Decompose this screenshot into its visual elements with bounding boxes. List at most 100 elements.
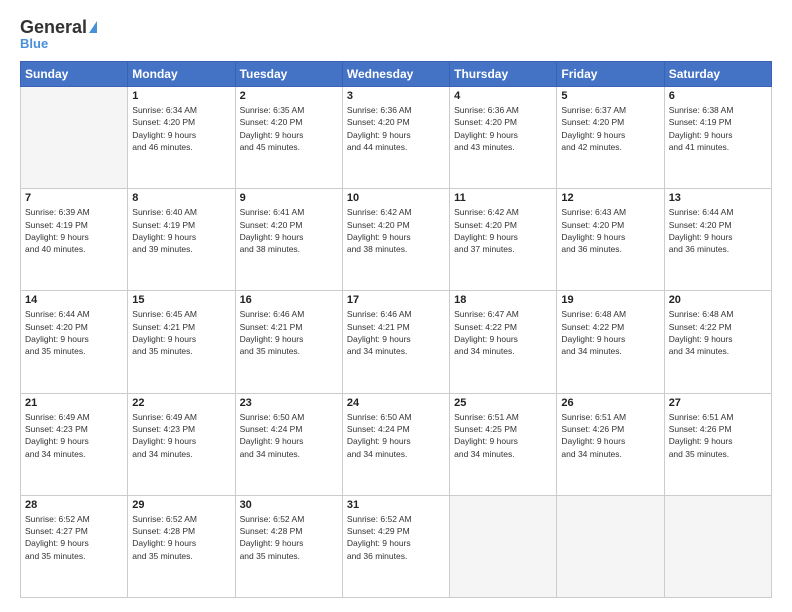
calendar-cell: 27 Sunrise: 6:51 AM Sunset: 4:26 PM Dayli… <box>664 393 771 495</box>
week-row-4: 21Sunrise: 6:49 AM Sunset: 4:23 PM Dayli… <box>21 393 772 495</box>
day-info: Sunrise: 6:52 AM Sunset: 4:27 PM Dayligh… <box>25 513 123 562</box>
day-number: 22 <box>132 397 230 409</box>
day-number: 12 <box>561 192 659 204</box>
calendar-cell: 26 Sunrise: 6:51 AM Sunset: 4:26 PM Dayli… <box>557 393 664 495</box>
calendar-cell: 11 Sunrise: 6:42 AM Sunset: 4:20 PM Dayli… <box>450 189 557 291</box>
day-number: 1 <box>132 90 230 102</box>
calendar-cell: 8Sunrise: 6:40 AM Sunset: 4:19 PM Daylig… <box>128 189 235 291</box>
day-info: Sunrise: 6:48 AM Sunset: 4:22 PM Dayligh… <box>669 308 767 357</box>
day-info: Sunrise: 6:51 AM Sunset: 4:25 PM Dayligh… <box>454 411 552 460</box>
calendar-cell: 23 Sunrise: 6:50 AM Sunset: 4:24 PM Dayli… <box>235 393 342 495</box>
calendar-cell: 17Sunrise: 6:46 AM Sunset: 4:21 PM Dayli… <box>342 291 449 393</box>
calendar-cell <box>450 495 557 597</box>
logo-general: General <box>20 18 87 36</box>
day-number: 26 <box>561 397 659 409</box>
day-info: Sunrise: 6:44 AM Sunset: 4:20 PM Dayligh… <box>25 308 123 357</box>
day-info: Sunrise: 6:46 AM Sunset: 4:21 PM Dayligh… <box>240 308 338 357</box>
day-info: Sunrise: 6:45 AM Sunset: 4:21 PM Dayligh… <box>132 308 230 357</box>
day-number: 7 <box>25 192 123 204</box>
day-info: Sunrise: 6:42 AM Sunset: 4:20 PM Dayligh… <box>347 206 445 255</box>
day-number: 27 <box>669 397 767 409</box>
day-info: Sunrise: 6:52 AM Sunset: 4:29 PM Dayligh… <box>347 513 445 562</box>
week-row-2: 7 Sunrise: 6:39 AM Sunset: 4:19 PM Daylig… <box>21 189 772 291</box>
day-number: 15 <box>132 294 230 306</box>
calendar-cell: 20 Sunrise: 6:48 AM Sunset: 4:22 PM Dayli… <box>664 291 771 393</box>
weekday-header-wednesday: Wednesday <box>342 62 449 87</box>
day-info: Sunrise: 6:34 AM Sunset: 4:20 PM Dayligh… <box>132 104 230 153</box>
calendar-cell: 3 Sunrise: 6:36 AM Sunset: 4:20 PM Daylig… <box>342 87 449 189</box>
day-info: Sunrise: 6:36 AM Sunset: 4:20 PM Dayligh… <box>347 104 445 153</box>
day-number: 6 <box>669 90 767 102</box>
day-number: 18 <box>454 294 552 306</box>
day-number: 4 <box>454 90 552 102</box>
day-info: Sunrise: 6:50 AM Sunset: 4:24 PM Dayligh… <box>240 411 338 460</box>
week-row-1: 1 Sunrise: 6:34 AM Sunset: 4:20 PM Daylig… <box>21 87 772 189</box>
calendar-cell: 31 Sunrise: 6:52 AM Sunset: 4:29 PM Dayli… <box>342 495 449 597</box>
calendar-cell: 5 Sunrise: 6:37 AM Sunset: 4:20 PM Daylig… <box>557 87 664 189</box>
week-row-3: 14 Sunrise: 6:44 AM Sunset: 4:20 PM Dayli… <box>21 291 772 393</box>
page: General Blue SundayMondayTuesdayWednesda… <box>0 0 792 612</box>
day-number: 8 <box>132 192 230 204</box>
day-number: 11 <box>454 192 552 204</box>
day-number: 9 <box>240 192 338 204</box>
calendar-cell: 22 Sunrise: 6:49 AM Sunset: 4:23 PM Dayli… <box>128 393 235 495</box>
day-info: Sunrise: 6:35 AM Sunset: 4:20 PM Dayligh… <box>240 104 338 153</box>
calendar-cell: 29Sunrise: 6:52 AM Sunset: 4:28 PM Dayli… <box>128 495 235 597</box>
day-number: 31 <box>347 499 445 511</box>
week-row-5: 28 Sunrise: 6:52 AM Sunset: 4:27 PM Dayli… <box>21 495 772 597</box>
day-info: Sunrise: 6:46 AM Sunset: 4:21 PM Dayligh… <box>347 308 445 357</box>
day-number: 5 <box>561 90 659 102</box>
day-number: 13 <box>669 192 767 204</box>
day-number: 28 <box>25 499 123 511</box>
calendar-cell: 28 Sunrise: 6:52 AM Sunset: 4:27 PM Dayli… <box>21 495 128 597</box>
calendar-cell <box>21 87 128 189</box>
calendar-cell: 19 Sunrise: 6:48 AM Sunset: 4:22 PM Dayli… <box>557 291 664 393</box>
day-info: Sunrise: 6:51 AM Sunset: 4:26 PM Dayligh… <box>561 411 659 460</box>
calendar-cell: 1 Sunrise: 6:34 AM Sunset: 4:20 PM Daylig… <box>128 87 235 189</box>
day-number: 14 <box>25 294 123 306</box>
calendar-cell: 7 Sunrise: 6:39 AM Sunset: 4:19 PM Daylig… <box>21 189 128 291</box>
calendar-cell: 15 Sunrise: 6:45 AM Sunset: 4:21 PM Dayli… <box>128 291 235 393</box>
day-number: 2 <box>240 90 338 102</box>
calendar-cell <box>664 495 771 597</box>
day-number: 3 <box>347 90 445 102</box>
calendar-cell: 10 Sunrise: 6:42 AM Sunset: 4:20 PM Dayli… <box>342 189 449 291</box>
day-info: Sunrise: 6:47 AM Sunset: 4:22 PM Dayligh… <box>454 308 552 357</box>
weekday-header-tuesday: Tuesday <box>235 62 342 87</box>
day-info: Sunrise: 6:52 AM Sunset: 4:28 PM Dayligh… <box>240 513 338 562</box>
day-number: 10 <box>347 192 445 204</box>
calendar: SundayMondayTuesdayWednesdayThursdayFrid… <box>20 61 772 598</box>
day-info: Sunrise: 6:50 AM Sunset: 4:24 PM Dayligh… <box>347 411 445 460</box>
day-info: Sunrise: 6:48 AM Sunset: 4:22 PM Dayligh… <box>561 308 659 357</box>
day-info: Sunrise: 6:36 AM Sunset: 4:20 PM Dayligh… <box>454 104 552 153</box>
logo-triangle-icon <box>89 21 97 33</box>
day-info: Sunrise: 6:38 AM Sunset: 4:19 PM Dayligh… <box>669 104 767 153</box>
day-info: Sunrise: 6:41 AM Sunset: 4:20 PM Dayligh… <box>240 206 338 255</box>
day-info: Sunrise: 6:42 AM Sunset: 4:20 PM Dayligh… <box>454 206 552 255</box>
calendar-cell: 13 Sunrise: 6:44 AM Sunset: 4:20 PM Dayli… <box>664 189 771 291</box>
day-number: 30 <box>240 499 338 511</box>
day-number: 19 <box>561 294 659 306</box>
header: General Blue <box>20 18 772 51</box>
weekday-header-friday: Friday <box>557 62 664 87</box>
day-info: Sunrise: 6:44 AM Sunset: 4:20 PM Dayligh… <box>669 206 767 255</box>
day-number: 24 <box>347 397 445 409</box>
logo: General Blue <box>20 18 97 51</box>
weekday-header-sunday: Sunday <box>21 62 128 87</box>
day-number: 23 <box>240 397 338 409</box>
weekday-header-thursday: Thursday <box>450 62 557 87</box>
calendar-cell: 9 Sunrise: 6:41 AM Sunset: 4:20 PM Daylig… <box>235 189 342 291</box>
day-number: 20 <box>669 294 767 306</box>
calendar-cell: 2 Sunrise: 6:35 AM Sunset: 4:20 PM Daylig… <box>235 87 342 189</box>
day-info: Sunrise: 6:39 AM Sunset: 4:19 PM Dayligh… <box>25 206 123 255</box>
day-number: 25 <box>454 397 552 409</box>
day-info: Sunrise: 6:37 AM Sunset: 4:20 PM Dayligh… <box>561 104 659 153</box>
weekday-header-saturday: Saturday <box>664 62 771 87</box>
day-number: 16 <box>240 294 338 306</box>
day-info: Sunrise: 6:52 AM Sunset: 4:28 PM Dayligh… <box>132 513 230 562</box>
calendar-cell: 12Sunrise: 6:43 AM Sunset: 4:20 PM Dayli… <box>557 189 664 291</box>
day-info: Sunrise: 6:51 AM Sunset: 4:26 PM Dayligh… <box>669 411 767 460</box>
day-info: Sunrise: 6:49 AM Sunset: 4:23 PM Dayligh… <box>132 411 230 460</box>
calendar-cell: 25 Sunrise: 6:51 AM Sunset: 4:25 PM Dayli… <box>450 393 557 495</box>
calendar-cell: 24 Sunrise: 6:50 AM Sunset: 4:24 PM Dayli… <box>342 393 449 495</box>
